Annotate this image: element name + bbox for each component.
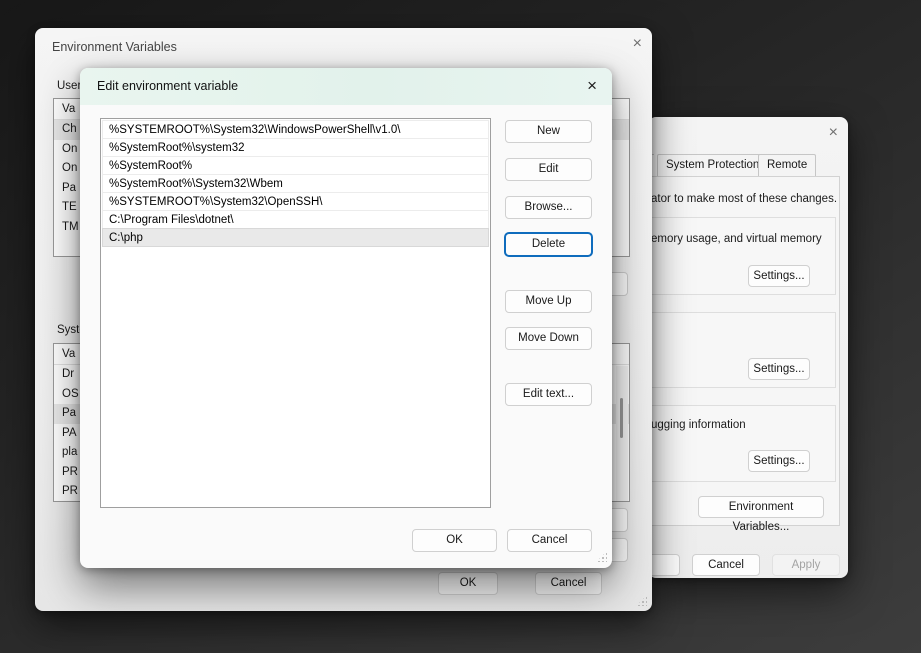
path-entry[interactable]: %SystemRoot%\system32	[102, 138, 489, 157]
startup-description-text: ugging information	[651, 419, 746, 431]
close-icon[interactable]: ×	[633, 36, 642, 52]
resize-grip-icon[interactable]	[636, 595, 647, 606]
edit-environment-variable-dialog: Edit environment variable × %SYSTEMROOT%…	[80, 68, 612, 568]
path-entry[interactable]: %SystemRoot%	[102, 156, 489, 175]
edit-text-button[interactable]: Edit text...	[505, 383, 592, 406]
delete-button[interactable]: Delete	[505, 233, 592, 256]
performance-description-text: emory usage, and virtual memory	[651, 233, 822, 245]
path-entry[interactable]: %SYSTEMROOT%\System32\WindowsPowerShell\…	[102, 120, 489, 139]
close-icon[interactable]: ×	[587, 77, 597, 95]
desktop-background: × System Protection Remote ator to make …	[0, 0, 921, 653]
ok-button[interactable]: OK	[412, 529, 497, 552]
sysprops-cancel-button[interactable]: Cancel	[692, 554, 760, 576]
sysprops-ok-button-partial[interactable]	[648, 554, 680, 576]
close-icon[interactable]: ×	[829, 125, 838, 141]
path-entry[interactable]: %SYSTEMROOT%\System32\OpenSSH\	[102, 192, 489, 211]
vertical-scrollbar[interactable]	[616, 366, 628, 501]
browse-button[interactable]: Browse...	[505, 196, 592, 219]
tab-system-protection[interactable]: System Protection	[657, 154, 769, 177]
tab-remote[interactable]: Remote	[758, 154, 817, 177]
env-cancel-button[interactable]: Cancel	[535, 572, 602, 595]
dialog-title: Edit environment variable	[97, 79, 239, 93]
user-profiles-settings-button[interactable]: Settings...	[748, 358, 810, 380]
user-variables-label: User	[57, 80, 82, 92]
edit-button[interactable]: Edit	[505, 158, 592, 181]
scrollbar-thumb[interactable]	[620, 398, 623, 438]
env-ok-button[interactable]: OK	[438, 572, 498, 595]
move-down-button[interactable]: Move Down	[505, 327, 592, 350]
performance-settings-button[interactable]: Settings...	[748, 265, 810, 287]
new-button[interactable]: New	[505, 120, 592, 143]
window-title: Environment Variables	[52, 40, 177, 54]
cancel-button[interactable]: Cancel	[507, 529, 592, 552]
resize-grip-icon[interactable]	[596, 551, 607, 562]
environment-variables-button[interactable]: Environment Variables...	[698, 496, 824, 533]
path-entry[interactable]: C:\Program Files\dotnet\	[102, 210, 489, 229]
path-entry[interactable]: %SystemRoot%\System32\Wbem	[102, 174, 489, 193]
move-up-button[interactable]: Move Up	[505, 290, 592, 313]
path-entry-selected[interactable]: C:\php	[102, 228, 489, 247]
startup-settings-button[interactable]: Settings...	[748, 450, 810, 472]
system-properties-window: × System Protection Remote ator to make …	[648, 117, 848, 578]
sysprops-apply-button: Apply	[772, 554, 840, 576]
path-entries-list[interactable]: %SYSTEMROOT%\System32\WindowsPowerShell\…	[100, 118, 491, 508]
admin-note-text: ator to make most of these changes.	[651, 193, 838, 205]
